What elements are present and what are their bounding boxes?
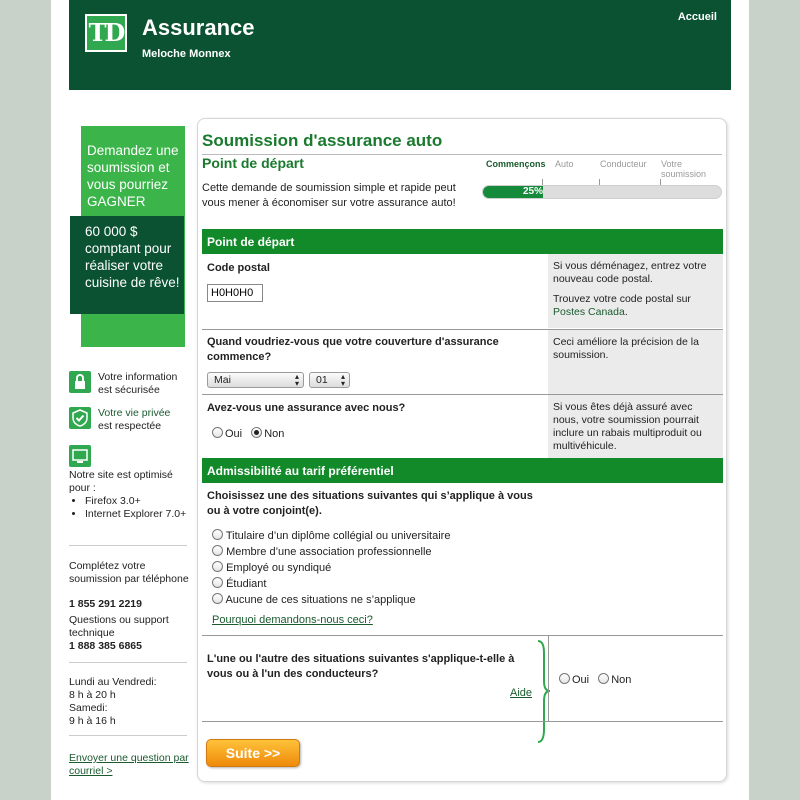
- start-day-value: 01: [316, 374, 328, 386]
- situation-label: Choisissez une des situations suivantes …: [207, 490, 533, 517]
- select-arrows-icon: ▴ ▾: [294, 372, 299, 388]
- start-date-help: Ceci améliore la précision de la soumiss…: [548, 330, 723, 394]
- brand-title: Assurance: [142, 15, 255, 40]
- start-month-value: Mai: [214, 374, 231, 386]
- insured-help: Si vous êtes déjà assuré avec nous, votr…: [548, 395, 723, 458]
- row-divider: [202, 635, 723, 636]
- header: TD Assurance Meloche Monnex Accueil: [69, 0, 731, 90]
- insured-no-radio[interactable]: [251, 427, 263, 438]
- lock-icon: [69, 371, 91, 393]
- secure-line1: Votre information: [98, 371, 178, 383]
- progress-bar: 25%: [482, 185, 722, 199]
- continue-button[interactable]: Suite >>: [206, 739, 300, 767]
- page-subtitle: Point de départ: [202, 155, 304, 171]
- why-ask-link[interactable]: Pourquoi demandons-nous ceci?: [212, 614, 373, 626]
- sidebar-divider: [69, 662, 187, 663]
- situation-text: Étudiant: [226, 578, 267, 590]
- situation-radio[interactable]: [212, 561, 223, 572]
- situation-option[interactable]: Membre d’une association professionnelle: [212, 545, 432, 559]
- home-link[interactable]: Accueil: [678, 11, 717, 23]
- no-label: Non: [264, 428, 285, 440]
- situation-option[interactable]: Étudiant: [212, 577, 266, 591]
- browser-intro: Notre site est optimisé pour :: [69, 469, 173, 494]
- help-link[interactable]: Aide: [510, 687, 532, 699]
- situation-text: Aucune de ces situations ne s’applique: [225, 594, 416, 606]
- drivers-radio-group: Oui Non: [559, 673, 637, 686]
- situation-radio[interactable]: [212, 529, 223, 540]
- shield-check-icon: [69, 407, 91, 429]
- promo-headline: Demandez une soumission et vous pourriez…: [87, 143, 179, 209]
- select-arrows-icon: ▴ ▾: [340, 372, 345, 388]
- phone-intro: Complétez votre soumission par téléphone: [69, 560, 189, 585]
- brand-subtitle: Meloche Monnex: [142, 48, 231, 60]
- step-start: Commençons: [486, 159, 546, 169]
- hours-weekday: Lundi au Vendredi:: [69, 676, 157, 688]
- page: TD Assurance Meloche Monnex Accueil Dema…: [51, 0, 749, 800]
- drivers-yes-radio[interactable]: [559, 673, 570, 684]
- insured-label: Avez-vous une assurance avec nous?: [207, 402, 406, 414]
- situation-text: Membre d’une association professionnelle: [226, 546, 432, 558]
- phone-number: 1 855 291 2219: [69, 598, 142, 610]
- postal-help-period: .: [624, 306, 628, 318]
- column-divider: [548, 635, 549, 721]
- intro-text: Cette demande de soumission simple et ra…: [202, 182, 456, 209]
- hours-weekday-time: 8 h à 20 h: [69, 689, 116, 701]
- postes-canada-link[interactable]: Postes Canada: [553, 306, 625, 318]
- page-title: Soumission d'assurance auto: [202, 131, 443, 150]
- postal-help-text2: Trouvez votre code postal sur: [553, 293, 691, 305]
- secure-line2: est sécurisée: [98, 384, 160, 396]
- monitor-icon: [69, 445, 91, 467]
- browser-item: Internet Explorer 7.0+: [85, 508, 189, 521]
- sidebar-divider: [69, 545, 187, 546]
- situation-radio[interactable]: [212, 593, 223, 604]
- row-divider: [202, 721, 723, 722]
- step-quote: Votre soumission: [661, 159, 707, 179]
- step-auto: Auto: [555, 159, 574, 169]
- postal-code-input[interactable]: [207, 284, 263, 302]
- situation-option[interactable]: Employé ou syndiqué: [212, 561, 331, 575]
- drivers-no-radio[interactable]: [598, 673, 610, 684]
- postal-help: Si vous déménagez, entrez votre nouveau …: [548, 254, 723, 328]
- insured-yes-radio[interactable]: [212, 427, 223, 438]
- email-question-link[interactable]: Envoyer une question par courriel >: [69, 752, 189, 778]
- yes-label: Oui: [572, 674, 590, 686]
- situation-option[interactable]: Titulaire d’un diplôme collégial ou univ…: [212, 529, 450, 543]
- drivers-label: L'une ou l'autre des situations suivante…: [207, 653, 515, 680]
- browser-list: Firefox 3.0+ Internet Explorer 7.0+: [69, 495, 189, 521]
- privacy-link[interactable]: Votre vie privée: [98, 407, 170, 419]
- quote-form-panel: Soumission d'assurance auto Point de dép…: [197, 118, 727, 782]
- no-label: Non: [611, 674, 632, 686]
- insured-radio-group: Oui Non: [212, 427, 290, 440]
- privacy-line2: est respectée: [98, 420, 162, 432]
- hours-saturday-time: 9 h à 16 h: [69, 715, 116, 727]
- promo-prize: 60 000 $ comptant pour réaliser votre cu…: [70, 216, 184, 314]
- td-logo[interactable]: TD: [85, 14, 127, 52]
- hours-saturday: Samedi:: [69, 702, 108, 714]
- start-month-select[interactable]: Mai ▴ ▾: [207, 372, 304, 388]
- postal-help-text: Si vous déménagez, entrez votre nouveau …: [553, 260, 707, 285]
- start-date-label: Quand voudriez-vous que votre couverture…: [207, 336, 499, 363]
- section-header-eligibility: Admissibilité au tarif préférentiel: [202, 458, 723, 483]
- situation-radio[interactable]: [212, 577, 223, 588]
- situation-text: Employé ou syndiqué: [226, 562, 332, 574]
- section-header-start: Point de départ: [202, 229, 723, 254]
- situation-radio[interactable]: [212, 545, 223, 556]
- brace-graphic: [537, 640, 551, 743]
- situation-text: Titulaire d’un diplôme collégial ou univ…: [225, 530, 451, 542]
- step-driver: Conducteur: [600, 159, 647, 169]
- yes-label: Oui: [225, 428, 243, 440]
- start-day-select[interactable]: 01 ▴ ▾: [309, 372, 350, 388]
- support-number: 1 888 385 6865: [69, 640, 142, 652]
- promo-banner[interactable]: Demandez une soumission et vous pourriez…: [70, 126, 185, 347]
- situation-option[interactable]: Aucune de ces situations ne s’applique: [212, 593, 416, 607]
- support-intro: Questions ou support technique: [69, 614, 169, 639]
- postal-code-label: Code postal: [207, 262, 270, 274]
- sidebar-divider: [69, 735, 187, 736]
- browser-item: Firefox 3.0+: [85, 495, 189, 508]
- progress-label: 25%: [523, 186, 544, 197]
